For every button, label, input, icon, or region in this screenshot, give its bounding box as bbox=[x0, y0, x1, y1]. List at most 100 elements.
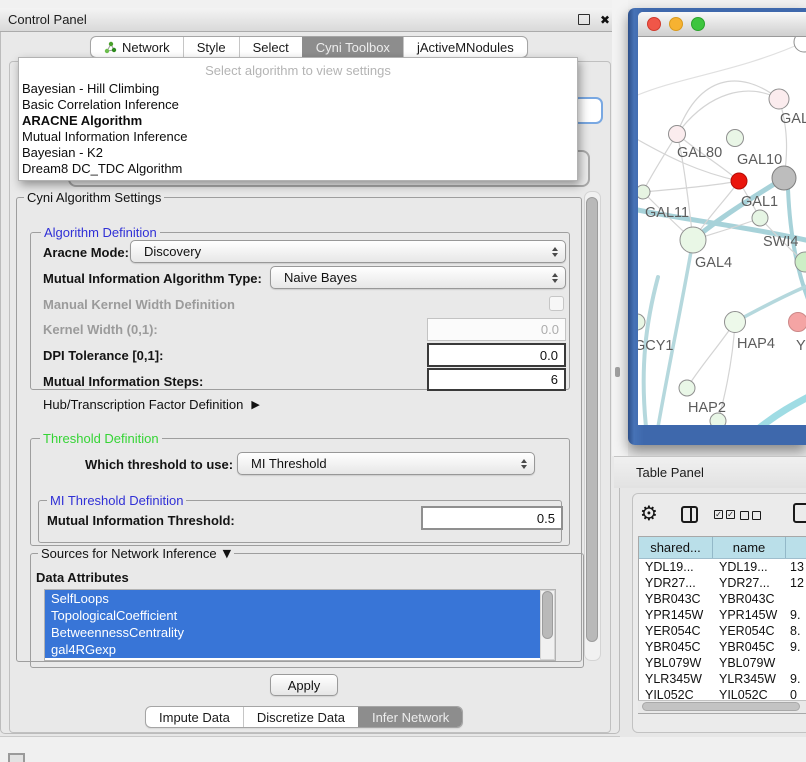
dpi-tolerance-field[interactable]: 0.0 bbox=[427, 343, 566, 367]
table-row[interactable]: YDL19...YDL19...13 bbox=[639, 559, 806, 575]
combo-arrows-icon bbox=[521, 459, 527, 469]
table-row[interactable]: YBR045CYBR045C9. bbox=[639, 639, 806, 655]
bottom-left-grip-icon[interactable] bbox=[8, 753, 25, 762]
threshold-definition-title: Threshold Definition bbox=[40, 431, 162, 446]
network-node[interactable] bbox=[731, 173, 747, 189]
table-cell: YLR345W bbox=[713, 671, 786, 687]
data-attribute-item[interactable]: gal4RGexp bbox=[45, 641, 555, 658]
network-node[interactable] bbox=[725, 312, 746, 333]
tab-network[interactable]: Network bbox=[91, 37, 183, 57]
network-node[interactable] bbox=[772, 166, 796, 190]
column-header[interactable] bbox=[786, 537, 806, 558]
splitter-grip[interactable] bbox=[615, 367, 620, 377]
network-node[interactable] bbox=[769, 89, 789, 109]
table-row[interactable]: YBR043CYBR043C bbox=[639, 591, 806, 607]
mac-close-button[interactable] bbox=[647, 17, 661, 31]
mi-steps-field[interactable]: 6 bbox=[427, 368, 566, 391]
data-attributes-list[interactable]: SelfLoopsTopologicalCoefficientBetweenne… bbox=[44, 589, 556, 661]
algorithm-list: Bayesian - Hill ClimbingBasic Correlatio… bbox=[19, 81, 577, 177]
algorithm-option[interactable]: Basic Correlation Inference bbox=[19, 97, 577, 113]
mi-type-select[interactable]: Naive Bayes bbox=[270, 266, 566, 289]
network-node[interactable] bbox=[794, 37, 806, 52]
bottom-area bbox=[0, 737, 806, 762]
table-hscrollbar-thumb[interactable] bbox=[642, 702, 800, 711]
tab-infer-network[interactable]: Infer Network bbox=[358, 707, 462, 727]
network-node[interactable] bbox=[727, 130, 744, 147]
document-icon[interactable] bbox=[793, 503, 806, 523]
deselect-all-checkboxes-icon[interactable] bbox=[740, 511, 761, 520]
network-node[interactable] bbox=[752, 210, 768, 226]
table-panel-titlebar: Table Panel bbox=[614, 456, 806, 488]
kernel-width-field[interactable]: 0.0 bbox=[427, 318, 566, 341]
table-cell: YBL079W bbox=[713, 655, 786, 671]
sources-title: Sources for Network Inference bbox=[41, 546, 217, 561]
close-icon[interactable]: ✖ bbox=[600, 13, 610, 27]
settings-gear-icon[interactable]: ⚙ bbox=[640, 503, 658, 523]
table-row[interactable]: YLR345WYLR345W9. bbox=[639, 671, 806, 687]
table-cell: YER054C bbox=[639, 623, 713, 639]
select-all-checkboxes-icon[interactable]: ✓✓ bbox=[714, 510, 735, 519]
data-attribute-item[interactable]: TopologicalCoefficient bbox=[45, 607, 555, 624]
table-cell: 9. bbox=[786, 639, 806, 655]
table-body: YDL19...YDL19...13YDR27...YDR27...12YBR0… bbox=[639, 559, 806, 703]
attributes-scrollbar-thumb[interactable] bbox=[542, 591, 553, 639]
network-canvas[interactable]: GALGAL80GAL10GAL11GAL1SWI4GAL4GCY1HAP4YH… bbox=[638, 37, 806, 425]
network-node[interactable] bbox=[638, 314, 645, 330]
data-attribute-item[interactable]: SelfLoops bbox=[45, 590, 555, 607]
network-node[interactable] bbox=[679, 380, 695, 396]
algorithm-option[interactable]: ARACNE Algorithm bbox=[19, 113, 577, 129]
algorithm-definition-title: Algorithm Definition bbox=[41, 225, 160, 240]
network-node[interactable] bbox=[789, 313, 806, 332]
columns-layout-icon[interactable] bbox=[681, 506, 698, 523]
table-header-row: shared... name bbox=[639, 537, 806, 559]
network-window-titlebar[interactable] bbox=[638, 12, 806, 37]
table-cell: YER054C bbox=[713, 623, 786, 639]
sources-toggle[interactable]: Sources for Network Inference ▼ bbox=[38, 546, 234, 561]
tab-label: Network bbox=[122, 40, 170, 55]
tab-select[interactable]: Select bbox=[239, 37, 302, 57]
table-row[interactable]: YER054CYER054C8. bbox=[639, 623, 806, 639]
combo-arrows-icon bbox=[552, 273, 558, 283]
network-node[interactable] bbox=[669, 126, 686, 143]
table-cell: YBR045C bbox=[639, 639, 713, 655]
node-label: HAP2 bbox=[688, 400, 726, 416]
tab-impute-data[interactable]: Impute Data bbox=[146, 707, 243, 727]
table-row[interactable]: YPR145WYPR145W9. bbox=[639, 607, 806, 623]
node-label: GCY1 bbox=[638, 338, 674, 354]
table-cell: 9. bbox=[786, 671, 806, 687]
manual-kernel-checkbox[interactable] bbox=[549, 296, 564, 311]
algorithm-option[interactable]: Bayesian - Hill Climbing bbox=[19, 81, 577, 97]
settings-scrollbar-thumb[interactable] bbox=[586, 197, 598, 642]
mac-zoom-button[interactable] bbox=[691, 17, 705, 31]
which-threshold-select[interactable]: MI Threshold bbox=[237, 452, 535, 475]
network-node[interactable] bbox=[680, 227, 706, 253]
node-label: GAL10 bbox=[737, 152, 782, 168]
column-header[interactable]: name bbox=[713, 537, 786, 558]
mi-threshold-field[interactable]: 0.5 bbox=[421, 506, 563, 530]
mac-minimize-button[interactable] bbox=[669, 17, 683, 31]
table-cell: 13 bbox=[786, 559, 806, 575]
tab-cyni-toolbox[interactable]: Cyni Toolbox bbox=[302, 37, 403, 57]
aracne-mode-select[interactable]: Discovery bbox=[130, 240, 566, 263]
algorithm-option[interactable]: Mutual Information Inference bbox=[19, 129, 577, 145]
mi-threshold-label: Mutual Information Threshold: bbox=[47, 513, 235, 528]
float-panel-icon[interactable] bbox=[578, 14, 590, 25]
tab-discretize-data[interactable]: Discretize Data bbox=[243, 707, 358, 727]
algorithm-option[interactable]: Dream8 DC_TDC Algorithm bbox=[19, 161, 577, 177]
collapsed-arrow-icon: ▶ bbox=[251, 398, 259, 411]
table-row[interactable]: YBL079WYBL079W bbox=[639, 655, 806, 671]
tab-style[interactable]: Style bbox=[183, 37, 239, 57]
node-label: GAL bbox=[780, 111, 806, 127]
table-row[interactable]: YDR27...YDR27...12 bbox=[639, 575, 806, 591]
apply-button[interactable]: Apply bbox=[270, 674, 338, 696]
column-header[interactable]: shared... bbox=[639, 537, 713, 558]
algorithm-option[interactable]: Bayesian - K2 bbox=[19, 145, 577, 161]
tab-jactivemnodules[interactable]: jActiveMNodules bbox=[403, 37, 527, 57]
node-label: Y bbox=[796, 338, 806, 354]
table-cell bbox=[786, 591, 806, 607]
hub-definition-toggle[interactable]: Hub/Transcription Factor Definition ▶ bbox=[43, 397, 260, 412]
table-panel-title: Table Panel bbox=[636, 465, 704, 480]
data-attribute-item[interactable]: BetweennessCentrality bbox=[45, 624, 555, 641]
network-node[interactable] bbox=[638, 185, 650, 199]
settings-group-title: Cyni Algorithm Settings bbox=[24, 190, 164, 205]
